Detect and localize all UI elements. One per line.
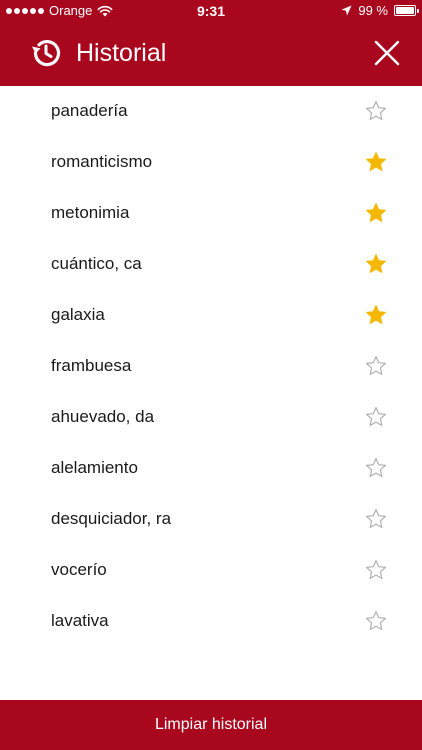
navigation-bar: Historial <box>0 22 422 86</box>
star-icon[interactable] <box>365 508 387 530</box>
battery-percentage: 99 % <box>358 3 388 18</box>
history-item[interactable]: lavativa <box>0 596 422 647</box>
page-title: Historial <box>76 39 167 67</box>
star-icon[interactable] <box>365 151 387 173</box>
star-icon[interactable] <box>365 457 387 479</box>
history-list: panadería romanticismo metonimia cuántico, … <box>0 86 422 647</box>
star-icon[interactable] <box>365 304 387 326</box>
clear-history-button[interactable]: Limpiar historial <box>0 700 422 750</box>
history-item-word: metonimia <box>51 203 130 222</box>
history-item-word: desquiciador, ra <box>51 509 172 528</box>
history-item-word: frambuesa <box>51 356 132 375</box>
history-item[interactable]: desquiciador, ra <box>0 494 422 545</box>
history-item-word: galaxia <box>51 305 105 324</box>
history-item-word: lavativa <box>51 611 109 630</box>
history-item[interactable]: panadería <box>0 86 422 137</box>
history-item[interactable]: metonimia <box>0 188 422 239</box>
star-icon[interactable] <box>365 610 387 632</box>
location-arrow-icon <box>341 5 352 16</box>
history-item[interactable]: ahuevado, da <box>0 392 422 443</box>
history-item-word: cuántico, ca <box>51 254 142 273</box>
history-item[interactable]: alelamiento <box>0 443 422 494</box>
close-icon[interactable] <box>370 36 404 70</box>
star-icon[interactable] <box>365 202 387 224</box>
history-item[interactable]: vocerío <box>0 545 422 596</box>
history-item-word: alelamiento <box>51 458 138 477</box>
battery-icon <box>394 5 419 16</box>
history-item-word: vocerío <box>51 560 107 579</box>
history-item[interactable]: romanticismo <box>0 137 422 188</box>
star-icon[interactable] <box>365 355 387 377</box>
history-item-word: romanticismo <box>51 152 153 171</box>
star-icon[interactable] <box>365 100 387 122</box>
top-bar: Orange 9:31 99 % Historial <box>0 0 422 86</box>
star-icon[interactable] <box>365 253 387 275</box>
history-item[interactable]: cuántico, ca <box>0 239 422 290</box>
status-bar: Orange 9:31 99 % <box>0 0 422 22</box>
star-icon[interactable] <box>365 406 387 428</box>
star-icon[interactable] <box>365 559 387 581</box>
history-item[interactable]: frambuesa <box>0 341 422 392</box>
battery-level-fill <box>396 7 414 14</box>
status-right: 99 % <box>341 3 419 18</box>
history-item-word: ahuevado, da <box>51 407 155 426</box>
history-icon <box>32 39 61 67</box>
history-item[interactable]: galaxia <box>0 290 422 341</box>
history-screen: Orange 9:31 99 % Historial panadería rom… <box>0 0 422 750</box>
history-item-word: panadería <box>51 101 128 120</box>
